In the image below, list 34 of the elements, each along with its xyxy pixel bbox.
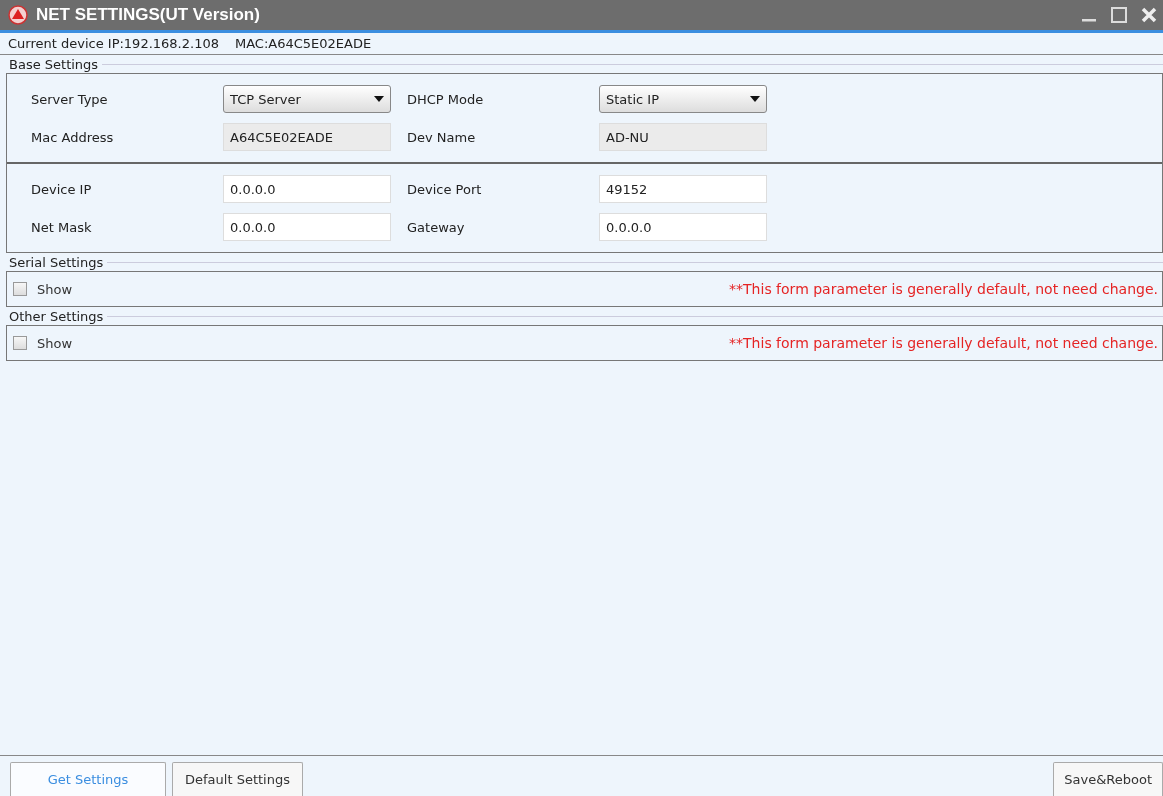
field-label: DHCP Mode bbox=[406, 91, 485, 107]
tab-button[interactable]: Default Settings bbox=[172, 762, 303, 796]
section-title: Base Settings bbox=[8, 56, 100, 72]
device-ip-text: Current device IP:192.168.2.108 bbox=[8, 36, 219, 51]
input-field[interactable]: 0.0.0.0 bbox=[223, 213, 391, 241]
field-label: Device IP bbox=[30, 181, 93, 197]
checkbox[interactable] bbox=[13, 282, 27, 296]
readonly-field[interactable]: AD-NU bbox=[599, 123, 767, 151]
save-reboot-button[interactable]: Save&Reboot bbox=[1053, 762, 1163, 796]
checkbox-label: Show bbox=[37, 335, 73, 351]
field-label: Net Mask bbox=[30, 219, 93, 235]
field-label: Dev Name bbox=[406, 129, 477, 145]
maximize-icon[interactable] bbox=[1109, 5, 1129, 25]
input-field[interactable]: 0.0.0.0 bbox=[223, 175, 391, 203]
dropdown[interactable]: TCP Server bbox=[223, 85, 391, 113]
field-label: Server Type bbox=[30, 91, 109, 107]
device-mac-text: MAC:A64C5E02EADE bbox=[234, 36, 372, 51]
input-field[interactable]: 49152 bbox=[599, 175, 767, 203]
dropdown[interactable]: Static IP bbox=[599, 85, 767, 113]
input-field[interactable]: 0.0.0.0 bbox=[599, 213, 767, 241]
section-title: Other Settings bbox=[8, 308, 105, 324]
window-title: NET SETTINGS(UT Version) bbox=[36, 5, 260, 25]
readonly-field[interactable]: A64C5E02EADE bbox=[223, 123, 391, 151]
checkbox-label: Show bbox=[37, 281, 73, 297]
field-label: Gateway bbox=[406, 219, 466, 235]
checkbox[interactable] bbox=[13, 336, 27, 350]
field-label: Mac Address bbox=[30, 129, 115, 145]
warning-note: **This form parameter is generally default, not need change. bbox=[729, 281, 1158, 297]
field-label: Device Port bbox=[406, 181, 483, 197]
caret-icon bbox=[750, 96, 760, 102]
caret-icon bbox=[374, 96, 384, 102]
close-icon[interactable] bbox=[1139, 5, 1159, 25]
warning-note: **This form parameter is generally default, not need change. bbox=[729, 335, 1158, 351]
section-title: Serial Settings bbox=[8, 254, 105, 270]
